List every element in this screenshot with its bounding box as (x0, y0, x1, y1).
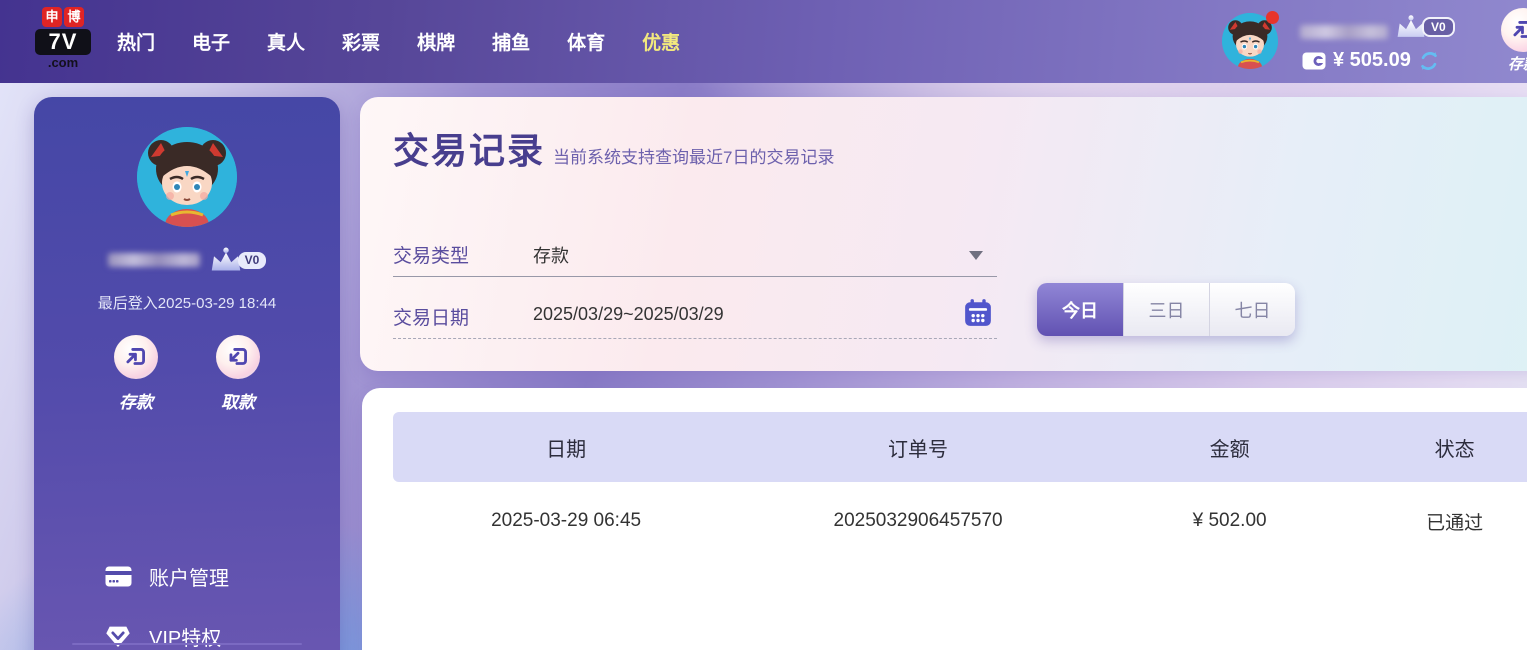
quick-deposit-button[interactable]: 存款 (1488, 8, 1527, 74)
cell-status: 已通过 (1426, 512, 1484, 534)
page-subtitle: 当前系统支持查询最近7日的交易记录 (553, 148, 835, 167)
withdraw-arrow-icon (229, 348, 247, 365)
nav-item-sports[interactable]: 体育 (567, 28, 605, 55)
cell-order-number: 2025032906457570 (833, 510, 1003, 531)
wallet-icon (1302, 52, 1326, 69)
avatar-illustration (137, 127, 237, 227)
nav-item-chess[interactable]: 棋牌 (417, 28, 455, 55)
logo-domain: .com (47, 55, 79, 70)
table-header-row: 日期 订单号 金额 状态 (393, 412, 1527, 482)
balance-amount: ¥ 505.09 (1333, 49, 1411, 71)
nav-item-lottery[interactable]: 彩票 (342, 28, 380, 55)
sidebar-divider (72, 643, 302, 645)
deposit-button[interactable]: 存款 (103, 335, 169, 413)
bank-card-icon (105, 564, 133, 588)
sidebar-item-label: 账户管理 (149, 567, 229, 590)
sidebar-item-label: VIP特权 (149, 627, 222, 650)
page: 申 博 7V .com 热门 电子 真人 彩票 棋牌 捕鱼 体育 优惠 V0 ¥… (0, 0, 1527, 650)
vip-level[interactable]: V0 (1394, 15, 1455, 39)
column-header-order: 订单号 (888, 438, 949, 461)
vip-badge: V0 (1422, 17, 1455, 37)
column-header-amount: 金额 (1209, 438, 1250, 461)
sidebar-quick-actions: 存款 取款 (34, 335, 340, 413)
filter-date-input[interactable]: 2025/03/29~2025/03/29 (533, 304, 724, 325)
sidebar-menu: 账户管理 VIP特权 红利 (105, 557, 229, 650)
nav-item-live[interactable]: 真人 (267, 28, 305, 55)
range-7days-button[interactable]: 七日 (1209, 283, 1295, 336)
filter-date-label: 交易日期 (393, 308, 470, 329)
nav-item-fishing[interactable]: 捕鱼 (492, 28, 530, 55)
transaction-filter-card: 交易记录 当前系统支持查询最近7日的交易记录 交易类型 存款 交易日期 2025… (360, 97, 1527, 371)
deposit-arrow-icon (1513, 21, 1527, 38)
sidebar-item-account[interactable]: 账户管理 (105, 557, 229, 595)
nav-item-promo[interactable]: 优惠 (642, 28, 680, 55)
transaction-table-card: 日期 订单号 金额 状态 2025-03-29 06:45 2025032906… (362, 388, 1527, 650)
range-today-button[interactable]: 今日 (1037, 283, 1123, 336)
withdraw-button[interactable]: 取款 (205, 335, 271, 413)
sidebar: V0 最后登入2025-03-29 18:44 存款 取款 账户管理 VIP特权 (34, 97, 340, 650)
page-title: 交易记录 (393, 130, 546, 171)
column-header-date: 日期 (546, 438, 587, 461)
notification-dot (1266, 11, 1279, 24)
logo-badge-left: 申 (42, 7, 62, 27)
username-blurred (107, 253, 200, 267)
logo-main: 7V (35, 29, 91, 55)
logo-badge-right: 博 (64, 7, 84, 27)
brand-logo[interactable]: 申 博 7V .com (35, 7, 91, 70)
deposit-arrow-icon (126, 348, 145, 365)
cell-date: 2025-03-29 06:45 (491, 510, 642, 531)
refresh-balance-icon[interactable] (1418, 50, 1440, 72)
withdraw-label: 取款 (221, 393, 255, 412)
table-row: 2025-03-29 06:45 2025032906457570 ¥ 502.… (393, 482, 1527, 560)
top-nav-bar: 申 博 7V .com 热门 电子 真人 彩票 棋牌 捕鱼 体育 优惠 V0 ¥… (0, 0, 1527, 83)
vip-badge: V0 (237, 251, 267, 269)
calendar-icon[interactable] (963, 298, 993, 333)
filter-type-label: 交易类型 (393, 246, 470, 267)
quick-deposit-label: 存款 (1507, 56, 1527, 73)
chevron-down-icon[interactable] (969, 251, 983, 260)
filter-type-select[interactable]: 存款 (533, 242, 569, 268)
sidebar-user-row: V0 (34, 247, 340, 273)
sidebar-item-vip[interactable]: VIP特权 (105, 617, 229, 650)
deposit-label: 存款 (119, 393, 153, 412)
username-blurred (1300, 25, 1388, 39)
nav-item-hot[interactable]: 热门 (117, 28, 155, 55)
date-range-group: 今日 三日 七日 (1037, 283, 1295, 336)
nav-item-slots[interactable]: 电子 (192, 28, 230, 55)
column-header-status: 状态 (1434, 438, 1475, 461)
main-nav: 热门 电子 真人 彩票 棋牌 捕鱼 体育 优惠 (117, 0, 680, 83)
filter-type-row: 交易类型 存款 (393, 233, 997, 277)
range-3days-button[interactable]: 三日 (1123, 283, 1209, 336)
sidebar-avatar[interactable] (137, 127, 237, 227)
filter-date-row: 交易日期 2025/03/29~2025/03/29 (393, 295, 997, 339)
last-login-text: 最后登入2025-03-29 18:44 (97, 295, 277, 312)
cell-amount: ¥ 502.00 (1192, 510, 1267, 531)
